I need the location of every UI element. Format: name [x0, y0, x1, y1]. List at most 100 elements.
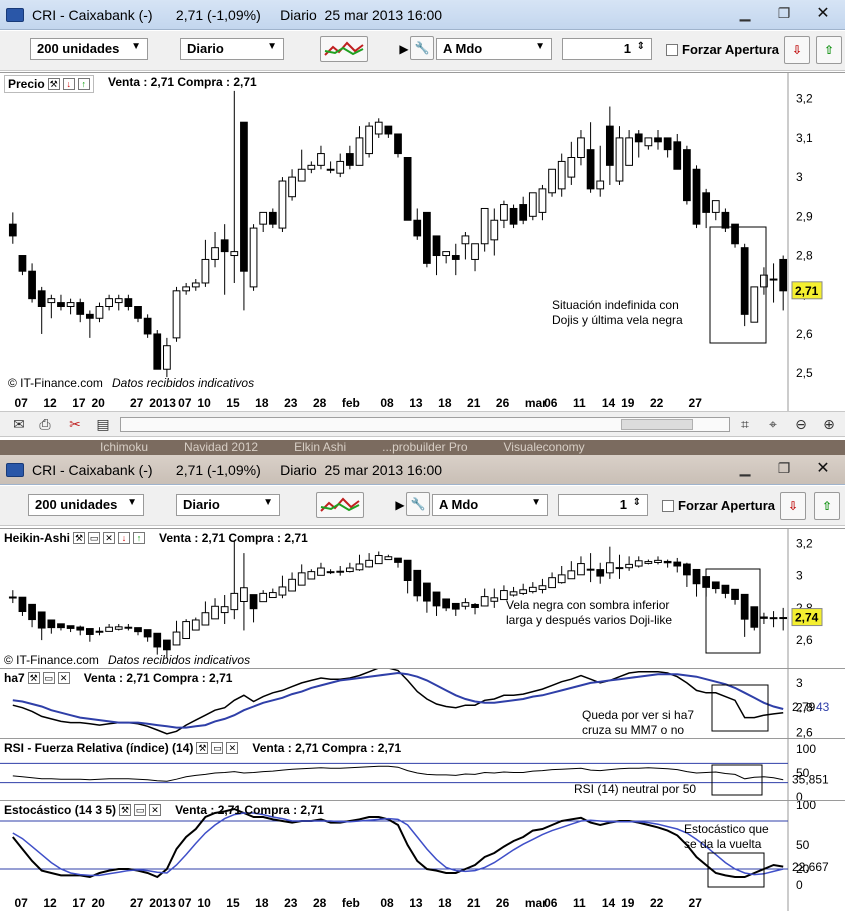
force-open-checkbox[interactable]: Forzar Apertura: [666, 42, 779, 57]
x-tick-label: 18: [438, 896, 452, 910]
period-select[interactable]: Diario ▼: [180, 38, 284, 60]
chart-tool-icon[interactable]: ⌗: [736, 416, 754, 432]
ha7-last-value: 2,79: [792, 700, 816, 714]
disconnect-icon[interactable]: ✂: [66, 416, 84, 432]
buy-arrow-icon[interactable]: ↑: [77, 78, 90, 90]
close-icon[interactable]: ✕: [57, 672, 70, 684]
close-icon[interactable]: ✕: [149, 804, 162, 816]
buy-arrow-icon[interactable]: ↑: [133, 532, 146, 544]
close-button[interactable]: ✕: [805, 457, 841, 479]
stoch-quote: Venta : 2,71 Compra : 2,71: [175, 803, 324, 817]
x-tick-label: 2013: [149, 896, 176, 910]
price-annotation: Situación indefinida con: [552, 298, 679, 312]
chart-scrollbar[interactable]: [120, 417, 730, 432]
ha-candle: [297, 572, 306, 586]
period-select[interactable]: Diario ▼: [176, 494, 280, 516]
close-icon[interactable]: ✕: [103, 532, 116, 544]
ha-candle: [528, 586, 537, 593]
minimize-button[interactable]: ▁: [727, 2, 763, 24]
wrench-button[interactable]: 🔧: [410, 36, 434, 60]
price-candle: [211, 247, 219, 260]
expand-arrow-icon[interactable]: ▶: [399, 38, 408, 60]
sell-arrow-icon[interactable]: ↓: [62, 78, 75, 90]
zoom-fit-icon[interactable]: ⌖: [764, 416, 782, 432]
force-open-checkbox[interactable]: Forzar Apertura: [662, 498, 775, 513]
ha-candle: [57, 623, 65, 629]
print-icon[interactable]: ⎙: [36, 416, 54, 432]
x-tick-label: 20: [91, 896, 105, 910]
wrench-icon[interactable]: ⚒: [47, 78, 60, 90]
ha-candle: [557, 574, 566, 584]
notes-icon[interactable]: ▤: [94, 416, 112, 432]
x-tick-label: 10: [197, 896, 211, 910]
ha-candle: [692, 568, 701, 585]
order-type-select[interactable]: A Mdo ▼: [436, 38, 552, 60]
ha7-y-tick-label: 3: [796, 676, 803, 690]
close-icon[interactable]: ✕: [226, 742, 239, 754]
sell-arrow-icon[interactable]: ↓: [118, 532, 131, 544]
x-tick-label: 26: [496, 896, 510, 910]
x-tick-label: 07: [14, 896, 28, 910]
wrench-icon[interactable]: ⚒: [73, 532, 86, 544]
x-tick-label: 19: [621, 896, 635, 910]
x-tick-label: 11: [573, 896, 586, 910]
x-tick-label: 19: [621, 396, 635, 410]
wrench-button[interactable]: 🔧: [406, 492, 430, 516]
x-tick-label: 13: [409, 396, 423, 410]
window-icon[interactable]: ▭: [211, 742, 224, 754]
quantity-stepper[interactable]: 1 ⇕: [562, 38, 652, 60]
ha-y-tick-label: 3,2: [796, 536, 813, 550]
price-candle: [490, 219, 499, 241]
ha-quote: Venta : 2,71 Compra : 2,71: [159, 531, 308, 545]
chevron-down-icon: ▼: [535, 41, 545, 52]
price-candle: [355, 137, 364, 166]
window2-toolbar: 200 unidades ▼ Diario ▼ ▶ 🔧 A Mdo ▼ 1 ⇕ Forz…: [0, 486, 845, 526]
maximize-button[interactable]: ❐: [766, 457, 802, 479]
order-type-select[interactable]: A Mdo ▼: [432, 494, 548, 516]
price-candle: [163, 345, 171, 370]
ha-candle: [673, 561, 682, 567]
ha-candle: [307, 571, 316, 580]
scrollbar-thumb[interactable]: [621, 419, 693, 430]
buy-button[interactable]: ⇧: [814, 492, 840, 520]
price-candle: [413, 219, 422, 237]
quantity-stepper[interactable]: 1 ⇕: [558, 494, 648, 516]
ha-candle: [577, 563, 585, 576]
expand-arrow-icon[interactable]: ▶: [395, 494, 404, 516]
x-tick-label: 06: [544, 396, 558, 410]
window-icon[interactable]: ▭: [42, 672, 55, 684]
units-select[interactable]: 200 unidades ▼: [30, 38, 148, 60]
wrench-icon[interactable]: ⚒: [196, 742, 209, 754]
indicator-chart-button[interactable]: [316, 492, 364, 518]
price-candle: [721, 211, 730, 229]
units-select[interactable]: 200 unidades ▼: [28, 494, 144, 516]
ha-candle: [220, 606, 229, 614]
mail-icon[interactable]: ✉: [10, 416, 28, 432]
price-candle: [557, 160, 566, 190]
zoom-in-icon[interactable]: ⊕: [820, 416, 838, 432]
price-candle: [278, 180, 287, 229]
window-icon[interactable]: ▭: [134, 804, 147, 816]
wrench-icon[interactable]: ⚒: [27, 672, 40, 684]
window-icon[interactable]: ▭: [88, 532, 101, 544]
wrench-icon[interactable]: ⚒: [119, 804, 132, 816]
sell-button[interactable]: ⇩: [784, 36, 810, 64]
ha-candle: [384, 556, 393, 561]
indicator-chart-button[interactable]: [320, 36, 368, 62]
zoom-out-icon[interactable]: ⊖: [792, 416, 810, 432]
ha-candle: [191, 619, 200, 631]
x-tick-label: 17: [72, 896, 86, 910]
sell-button[interactable]: ⇩: [780, 492, 806, 520]
ha-candle: [182, 621, 191, 640]
price-candle: [336, 160, 345, 174]
x-tick-label: 12: [43, 396, 57, 410]
price-candle: [47, 298, 56, 304]
price-candle: [240, 121, 248, 272]
ha-candle: [66, 625, 75, 629]
close-button[interactable]: ✕: [805, 2, 841, 24]
buy-button[interactable]: ⇧: [816, 36, 842, 64]
window2-title: CRI - Caixabank (-) 2,71 (-1,09%) Diario…: [32, 461, 443, 478]
x-tick-label: 27: [130, 896, 144, 910]
maximize-button[interactable]: ❐: [766, 2, 802, 24]
minimize-button[interactable]: ▁: [727, 457, 763, 479]
